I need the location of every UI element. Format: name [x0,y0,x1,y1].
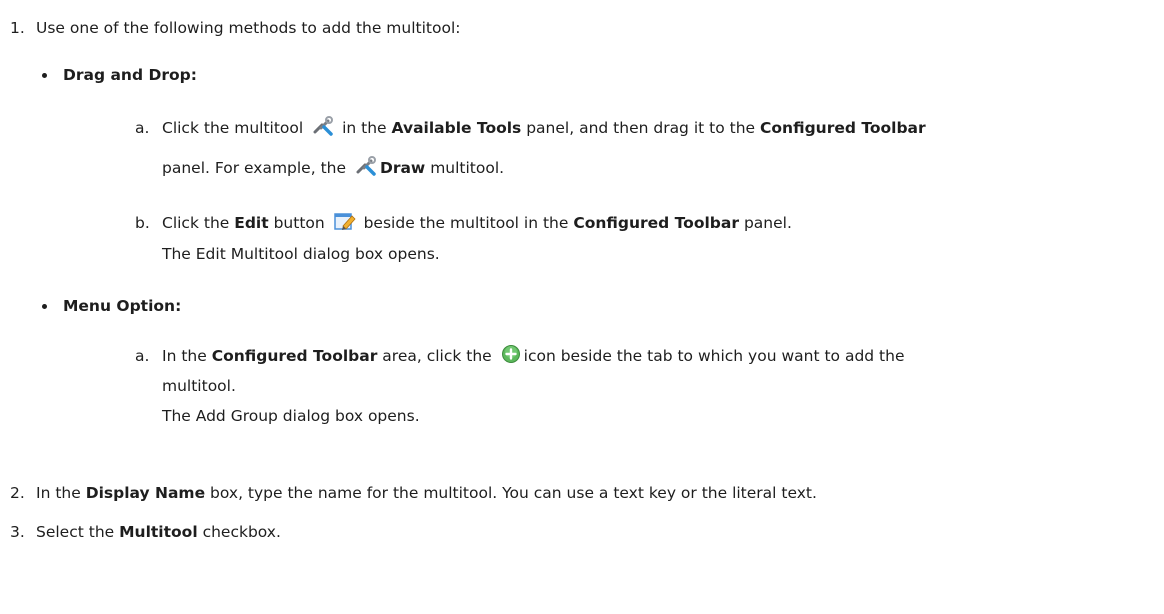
step-3-number: 3. [10,523,25,541]
drag-step-b-line1: Click the Edit button beside the multito… [162,211,792,235]
step-1-menu-a-label: a. [135,347,150,365]
step-1-drag-a-label: a. [135,119,150,137]
menu-step-a-note: The Add Group dialog box opens. [162,407,420,425]
bullet [42,73,47,78]
menu-step-a-line1: In the Configured Toolbar area, click th… [162,344,905,368]
step-2-text: In the Display Name box, type the name f… [36,484,817,502]
step-1-drag-b-label: b. [135,214,150,232]
add-icon [501,345,520,363]
step-1-text: Use one of the following methods to add … [36,19,461,37]
menu-step-a-line2: multitool. [162,377,236,395]
drag-step-a-line1: Click the multitool in the Available Too… [162,116,926,140]
step-3-text: Select the Multitool checkbox. [36,523,281,541]
step-1-number: 1. [10,19,25,37]
step-2-number: 2. [10,484,25,502]
drag-drop-heading: Drag and Drop: [63,66,197,84]
drag-step-a-line2: panel. For example, the Draw multitool. [162,156,504,180]
menu-option-heading: Menu Option: [63,297,182,315]
bullet [42,304,47,309]
multitool-icon [356,156,376,176]
drag-step-b-note: The Edit Multitool dialog box opens. [162,245,440,263]
edit-icon [333,213,356,230]
multitool-icon [313,116,334,136]
